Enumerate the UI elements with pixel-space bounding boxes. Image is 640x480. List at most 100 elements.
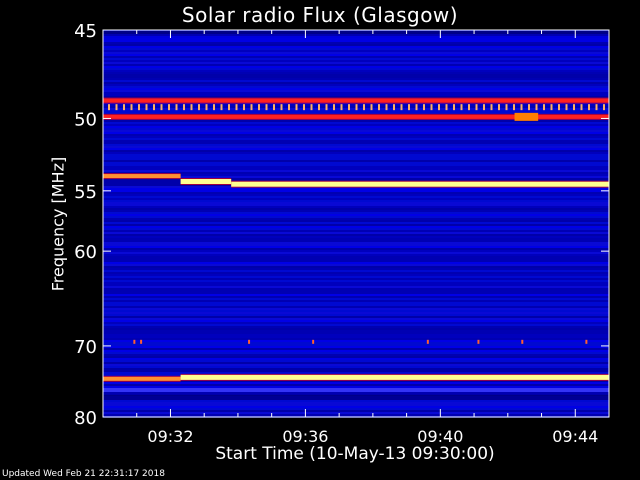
- spectrogram-noise-row: [103, 300, 609, 302]
- spectrogram-noise-row: [103, 362, 609, 364]
- spectrogram-noise-row: [103, 158, 609, 160]
- spectrogram-plot-area: [102, 29, 610, 418]
- spectrogram-noise-row: [103, 46, 609, 48]
- interference-tick: [438, 104, 440, 111]
- spectrogram-noise-row: [103, 198, 609, 200]
- interference-tick: [265, 104, 268, 111]
- interference-tick: [258, 104, 260, 111]
- spectrogram-noise-row: [103, 400, 609, 402]
- noise-spot: [521, 339, 524, 344]
- interference-tick: [498, 104, 500, 111]
- spectrogram-noise-row: [103, 220, 609, 222]
- spectrogram-noise-row: [103, 82, 609, 84]
- spectrogram-noise-row: [103, 210, 609, 212]
- spectrogram-noise-row: [103, 282, 609, 284]
- spectrogram-noise-row: [103, 412, 609, 414]
- spectrogram-noise-row: [103, 122, 609, 124]
- interference-tick: [273, 104, 275, 111]
- spectrogram-noise-row: [103, 326, 609, 328]
- spectrogram-noise-row: [103, 196, 609, 198]
- spectrogram-noise-row: [103, 250, 609, 252]
- spectrogram-noise-row: [103, 194, 609, 196]
- spectrogram-noise-row: [103, 242, 609, 244]
- interference-tick: [573, 104, 575, 111]
- interference-tick: [190, 104, 193, 111]
- interference-tick: [220, 104, 223, 111]
- spectrogram-noise-row: [103, 136, 609, 138]
- spectrogram-noise-row: [103, 50, 609, 52]
- interference-tick: [250, 104, 253, 111]
- spectrogram-noise-row: [103, 156, 609, 158]
- interference-tick: [453, 104, 455, 111]
- spectrogram-noise-row: [103, 76, 609, 78]
- spectrogram-noise-row: [103, 316, 609, 318]
- spectrogram-noise-row: [103, 256, 609, 258]
- spectrogram-noise-row: [103, 64, 609, 66]
- spectrogram-noise-row: [103, 286, 609, 288]
- noise-spot: [426, 339, 429, 344]
- noise-spot: [140, 339, 143, 344]
- y-tick-label: 55: [74, 182, 97, 203]
- spectrogram-noise-row: [103, 290, 609, 292]
- interference-tick: [288, 104, 290, 111]
- spectrogram-noise-row: [103, 94, 609, 96]
- interference-tick: [460, 104, 463, 111]
- emission-band: [103, 98, 609, 103]
- interference-tick: [355, 104, 358, 111]
- spectrogram-noise-row: [103, 414, 609, 416]
- interference-tick: [513, 104, 515, 111]
- spectrogram-noise-row: [103, 214, 609, 216]
- spectrogram-noise-row: [103, 284, 609, 286]
- spectrogram-noise-row: [103, 322, 609, 324]
- spectrogram-noise-row: [103, 160, 609, 162]
- spectrogram-noise-row: [103, 88, 609, 90]
- interference-tick: [295, 104, 298, 111]
- spectrogram-noise-row: [103, 288, 609, 290]
- x-axis-label: Start Time (10-May-13 09:30:00): [215, 444, 495, 464]
- emission-band: [180, 374, 609, 380]
- spectrogram-noise-row: [103, 260, 609, 262]
- spectrogram-noise-row: [103, 320, 609, 322]
- spectrogram-noise-row: [103, 148, 609, 150]
- spectrogram-noise-row: [103, 354, 609, 356]
- spectrogram-noise-row: [103, 382, 609, 384]
- spectrogram-noise-row: [103, 364, 609, 366]
- spectrogram-noise-row: [103, 236, 609, 238]
- spectrogram-noise-row: [103, 314, 609, 316]
- spectrogram-noise-row: [103, 230, 609, 232]
- interference-tick: [430, 104, 433, 111]
- spectrogram-noise-row: [103, 44, 609, 46]
- spectrogram-noise-row: [103, 402, 609, 404]
- spectrogram-noise-row: [103, 238, 609, 240]
- spectrogram-noise-row: [103, 264, 609, 266]
- spectrogram-noise-row: [103, 392, 609, 394]
- spectrogram-noise-row: [103, 130, 609, 132]
- spectrogram-noise-row: [103, 134, 609, 136]
- spectrogram-noise-row: [103, 318, 609, 320]
- spectrogram-noise-row: [103, 232, 609, 234]
- spectrogram-noise-row: [103, 324, 609, 326]
- spectrogram-noise-row: [103, 406, 609, 408]
- interference-tick: [385, 104, 388, 111]
- spectrogram-noise-row: [103, 248, 609, 250]
- spectrogram-texture-band: [103, 395, 609, 400]
- spectrogram-noise-row: [103, 92, 609, 94]
- emission-band: [103, 174, 181, 179]
- interference-tick: [340, 104, 343, 111]
- interference-tick: [468, 104, 470, 111]
- spectrogram-noise-row: [103, 270, 609, 272]
- spectrogram-noise-row: [103, 258, 609, 260]
- spectrogram-noise-row: [103, 146, 609, 148]
- spectrogram-noise-row: [103, 126, 609, 128]
- spectrogram-noise-row: [103, 304, 609, 306]
- interference-tick: [280, 104, 283, 111]
- emission-band: [103, 376, 181, 381]
- spectrogram-noise-row: [103, 360, 609, 362]
- interference-tick: [505, 104, 508, 111]
- interference-tick: [303, 104, 305, 111]
- spectrogram-noise-row: [103, 312, 609, 314]
- noise-spot: [585, 339, 588, 344]
- spectrogram-noise-row: [103, 128, 609, 130]
- spectrogram-noise-row: [103, 332, 609, 334]
- spectrogram-noise-row: [103, 350, 609, 352]
